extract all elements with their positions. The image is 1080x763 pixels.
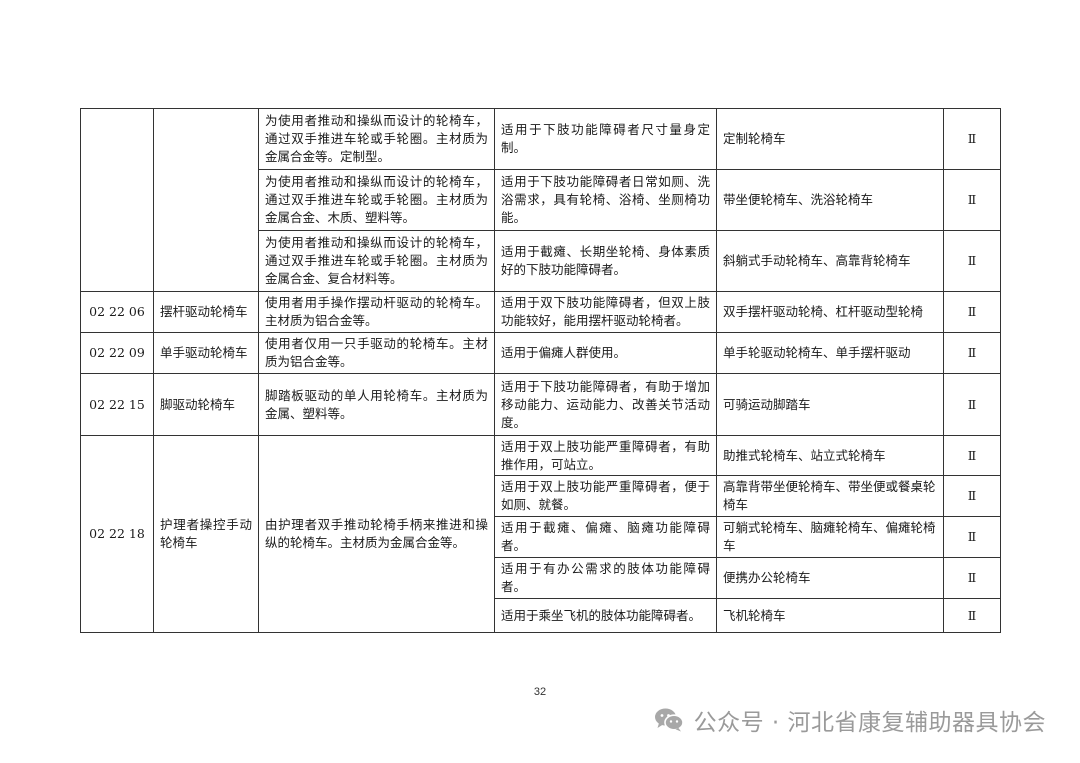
name-cell: 单手驱动轮椅车	[153, 332, 259, 374]
table-row: 为使用者推动和操纵而设计的轮椅车，通过双手推进车轮或手轮圈。主材质为金属合金等。…	[80, 108, 1001, 292]
examples-cell: 助推式轮椅车、站立式轮椅车	[716, 435, 944, 476]
table-row: 02 22 06 摆杆驱动轮椅车 使用者用手操作摆动杆驱动的轮椅车。主材质为铝合…	[80, 291, 1001, 333]
class-cell: Ⅱ	[943, 332, 1001, 374]
class-cell: Ⅱ	[943, 557, 1001, 599]
description-cell: 为使用者推动和操纵而设计的轮椅车，通过双手推进车轮或手轮圈。主材质为金属合金、复…	[258, 230, 495, 292]
usage-cell: 适用于双上肢功能严重障碍者，便于如厕、就餐。	[494, 475, 717, 517]
class-cell: Ⅱ	[943, 373, 1001, 436]
code-cell: 02 22 15	[80, 373, 154, 436]
usage-cell: 适用于偏瘫人群使用。	[494, 332, 717, 374]
usage-cell: 适用于下肢功能障碍者日常如厕、洗浴需求，具有轮椅、浴椅、坐厕椅功能。	[494, 169, 717, 231]
description-cell: 为使用者推动和操纵而设计的轮椅车，通过双手推进车轮或手轮圈。主材质为金属合金、木…	[258, 169, 495, 231]
class-cell: Ⅱ	[943, 291, 1001, 333]
description-cell: 为使用者推动和操纵而设计的轮椅车，通过双手推进车轮或手轮圈。主材质为金属合金等。…	[258, 108, 495, 170]
watermark-text: 公众号 · 河北省康复辅助器具协会	[693, 710, 1046, 736]
usage-cell: 适用于双上肢功能严重障碍者，有助推作用，可站立。	[494, 435, 717, 476]
name-cell: 摆杆驱动轮椅车	[153, 291, 259, 333]
table-row: 02 22 15 脚驱动轮椅车 脚踏板驱动的单人用轮椅车。主材质为金属、塑料等。…	[80, 373, 1001, 436]
examples-cell: 飞机轮椅车	[716, 598, 944, 633]
examples-cell: 单手轮驱动轮椅车、单手摆杆驱动	[716, 332, 944, 374]
table-row: 02 22 18 护理者操控手动轮椅车 由护理者双手推动轮椅手柄来推进和操纵的轮…	[80, 435, 1001, 633]
usage-cell: 适用于截瘫、长期坐轮椅、身体素质好的下肢功能障碍者。	[494, 230, 717, 292]
examples-cell: 斜躺式手动轮椅车、高靠背轮椅车	[716, 230, 944, 292]
description-cell: 由护理者双手推动轮椅手柄来推进和操纵的轮椅车。主材质为金属合金等。	[258, 435, 495, 633]
class-cell: Ⅱ	[943, 598, 1001, 633]
code-cell: 02 22 09	[80, 332, 154, 374]
description-cell: 使用者仅用一只手驱动的轮椅车。主材质为铝合金等。	[258, 332, 495, 374]
examples-cell: 双手摆杆驱动轮椅、杠杆驱动型轮椅	[716, 291, 944, 333]
usage-cell: 适用于下肢功能障碍者尺寸量身定制。	[494, 108, 717, 170]
name-cell: 护理者操控手动轮椅车	[153, 435, 259, 633]
classification-table: 为使用者推动和操纵而设计的轮椅车，通过双手推进车轮或手轮圈。主材质为金属合金等。…	[80, 108, 1001, 633]
name-cell: 脚驱动轮椅车	[153, 373, 259, 436]
watermark: 公众号 · 河北省康复辅助器具协会	[654, 700, 1046, 740]
examples-cell: 定制轮椅车	[716, 108, 944, 170]
usage-cell: 适用于有办公需求的肢体功能障碍者。	[494, 557, 717, 599]
description-cell: 使用者用手操作摆动杆驱动的轮椅车。主材质为铝合金等。	[258, 291, 495, 333]
table-row: 02 22 09 单手驱动轮椅车 使用者仅用一只手驱动的轮椅车。主材质为铝合金等…	[80, 332, 1001, 374]
class-cell: Ⅱ	[943, 516, 1001, 558]
class-cell: Ⅱ	[943, 230, 1001, 292]
code-cell: 02 22 18	[80, 435, 154, 633]
class-cell: Ⅱ	[943, 108, 1001, 170]
usage-cell: 适用于双下肢功能障碍者，但双上肢功能较好，能用摆杆驱动轮椅者。	[494, 291, 717, 333]
wechat-icon	[654, 708, 684, 732]
usage-cell: 适用于乘坐飞机的肢体功能障碍者。	[494, 598, 717, 633]
class-cell: Ⅱ	[943, 475, 1001, 517]
code-cell: 02 22 06	[80, 291, 154, 333]
examples-cell: 可躺式轮椅车、脑瘫轮椅车、偏瘫轮椅车	[716, 516, 944, 558]
examples-cell: 带坐便轮椅车、洗浴轮椅车	[716, 169, 944, 231]
name-cell-continued	[153, 108, 259, 292]
examples-cell: 便携办公轮椅车	[716, 557, 944, 599]
usage-cell: 适用于下肢功能障碍者，有助于增加移动能力、运动能力、改善关节活动度。	[494, 373, 717, 436]
class-cell: Ⅱ	[943, 169, 1001, 231]
code-cell-continued	[80, 108, 154, 292]
examples-cell: 可骑运动脚踏车	[716, 373, 944, 436]
examples-cell: 高靠背带坐便轮椅车、带坐便或餐桌轮椅车	[716, 475, 944, 517]
usage-cell: 适用于截瘫、偏瘫、脑瘫功能障碍者。	[494, 516, 717, 558]
page-number: 32	[533, 686, 547, 698]
description-cell: 脚踏板驱动的单人用轮椅车。主材质为金属、塑料等。	[258, 373, 495, 436]
class-cell: Ⅱ	[943, 435, 1001, 476]
